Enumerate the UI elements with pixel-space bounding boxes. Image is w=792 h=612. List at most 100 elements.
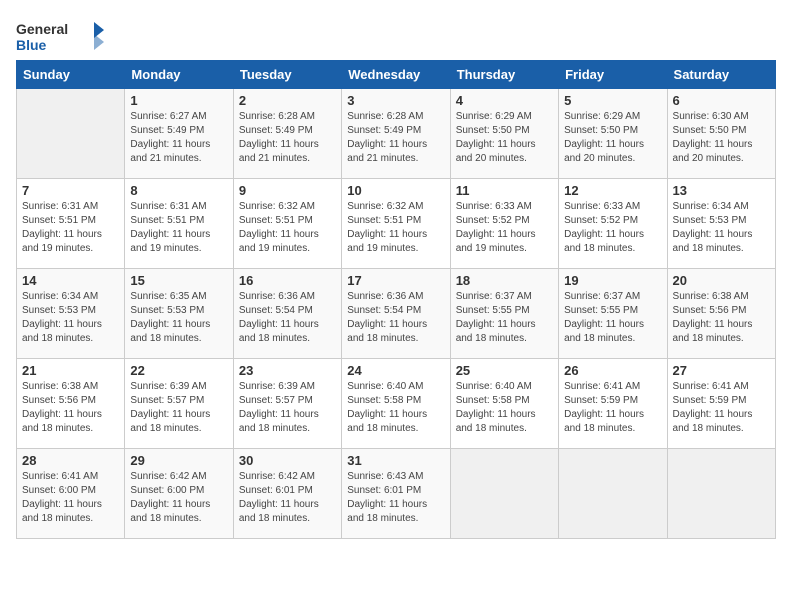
calendar-cell [559, 449, 667, 539]
day-number: 17 [347, 273, 444, 288]
logo-svg: GeneralBlue [16, 16, 116, 56]
day-number: 14 [22, 273, 119, 288]
day-detail: Sunrise: 6:37 AM Sunset: 5:55 PM Dayligh… [456, 290, 553, 346]
calendar-cell: 5 Sunrise: 6:29 AM Sunset: 5:50 PM Daylig… [559, 89, 667, 179]
weekday-header-sunday: Sunday [17, 61, 125, 89]
day-number: 5 [564, 93, 661, 108]
day-detail: Sunrise: 6:29 AM Sunset: 5:50 PM Dayligh… [564, 110, 661, 166]
weekday-header-saturday: Saturday [667, 61, 775, 89]
calendar-cell: 11Sunrise: 6:33 AM Sunset: 5:52 PM Dayli… [450, 179, 558, 269]
calendar-cell: 24Sunrise: 6:40 AM Sunset: 5:58 PM Dayli… [342, 359, 450, 449]
calendar-cell [667, 449, 775, 539]
day-detail: Sunrise: 6:33 AM Sunset: 5:52 PM Dayligh… [564, 200, 661, 256]
day-number: 6 [673, 93, 770, 108]
day-number: 25 [456, 363, 553, 378]
day-detail: Sunrise: 6:41 AM Sunset: 5:59 PM Dayligh… [673, 380, 770, 436]
weekday-header-monday: Monday [125, 61, 233, 89]
day-detail: Sunrise: 6:41 AM Sunset: 5:59 PM Dayligh… [564, 380, 661, 436]
day-number: 28 [22, 453, 119, 468]
day-detail: Sunrise: 6:38 AM Sunset: 5:56 PM Dayligh… [22, 380, 119, 436]
calendar-cell: 25Sunrise: 6:40 AM Sunset: 5:58 PM Dayli… [450, 359, 558, 449]
calendar-cell: 21 Sunrise: 6:38 AM Sunset: 5:56 PM Dayli… [17, 359, 125, 449]
calendar-cell: 6 Sunrise: 6:30 AM Sunset: 5:50 PM Daylig… [667, 89, 775, 179]
day-number: 22 [130, 363, 227, 378]
calendar-cell: 1 Sunrise: 6:27 AM Sunset: 5:49 PM Daylig… [125, 89, 233, 179]
day-number: 4 [456, 93, 553, 108]
day-number: 16 [239, 273, 336, 288]
calendar-cell: 10Sunrise: 6:32 AM Sunset: 5:51 PM Dayli… [342, 179, 450, 269]
calendar-cell: 3Sunrise: 6:28 AM Sunset: 5:49 PM Daylig… [342, 89, 450, 179]
day-detail: Sunrise: 6:38 AM Sunset: 5:56 PM Dayligh… [673, 290, 770, 346]
calendar-week-row: 7 Sunrise: 6:31 AM Sunset: 5:51 PM Daylig… [17, 179, 776, 269]
calendar-week-row: 21 Sunrise: 6:38 AM Sunset: 5:56 PM Dayli… [17, 359, 776, 449]
calendar-table: SundayMondayTuesdayWednesdayThursdayFrid… [16, 60, 776, 539]
day-number: 8 [130, 183, 227, 198]
weekday-header-wednesday: Wednesday [342, 61, 450, 89]
day-detail: Sunrise: 6:41 AM Sunset: 6:00 PM Dayligh… [22, 470, 119, 526]
calendar-cell: 9Sunrise: 6:32 AM Sunset: 5:51 PM Daylig… [233, 179, 341, 269]
calendar-week-row: 14 Sunrise: 6:34 AM Sunset: 5:53 PM Dayli… [17, 269, 776, 359]
calendar-cell [450, 449, 558, 539]
day-detail: Sunrise: 6:31 AM Sunset: 5:51 PM Dayligh… [130, 200, 227, 256]
day-number: 24 [347, 363, 444, 378]
day-number: 15 [130, 273, 227, 288]
calendar-cell: 31 Sunrise: 6:43 AM Sunset: 6:01 PM Dayli… [342, 449, 450, 539]
day-detail: Sunrise: 6:37 AM Sunset: 5:55 PM Dayligh… [564, 290, 661, 346]
page-header: GeneralBlue [16, 16, 776, 56]
day-number: 27 [673, 363, 770, 378]
calendar-cell: 12 Sunrise: 6:33 AM Sunset: 5:52 PM Dayli… [559, 179, 667, 269]
day-number: 23 [239, 363, 336, 378]
calendar-cell: 7 Sunrise: 6:31 AM Sunset: 5:51 PM Daylig… [17, 179, 125, 269]
calendar-cell: 30Sunrise: 6:42 AM Sunset: 6:01 PM Dayli… [233, 449, 341, 539]
day-detail: Sunrise: 6:43 AM Sunset: 6:01 PM Dayligh… [347, 470, 444, 526]
day-detail: Sunrise: 6:28 AM Sunset: 5:49 PM Dayligh… [239, 110, 336, 166]
calendar-cell: 18 Sunrise: 6:37 AM Sunset: 5:55 PM Dayli… [450, 269, 558, 359]
weekday-header-row: SundayMondayTuesdayWednesdayThursdayFrid… [17, 61, 776, 89]
day-detail: Sunrise: 6:42 AM Sunset: 6:00 PM Dayligh… [130, 470, 227, 526]
day-number: 26 [564, 363, 661, 378]
day-number: 21 [22, 363, 119, 378]
day-number: 20 [673, 273, 770, 288]
calendar-cell: 23 Sunrise: 6:39 AM Sunset: 5:57 PM Dayli… [233, 359, 341, 449]
calendar-cell: 15 Sunrise: 6:35 AM Sunset: 5:53 PM Dayli… [125, 269, 233, 359]
svg-text:General: General [16, 21, 68, 37]
calendar-cell: 19 Sunrise: 6:37 AM Sunset: 5:55 PM Dayli… [559, 269, 667, 359]
day-detail: Sunrise: 6:28 AM Sunset: 5:49 PM Dayligh… [347, 110, 444, 166]
day-detail: Sunrise: 6:34 AM Sunset: 5:53 PM Dayligh… [673, 200, 770, 256]
day-detail: Sunrise: 6:27 AM Sunset: 5:49 PM Dayligh… [130, 110, 227, 166]
day-detail: Sunrise: 6:29 AM Sunset: 5:50 PM Dayligh… [456, 110, 553, 166]
day-detail: Sunrise: 6:34 AM Sunset: 5:53 PM Dayligh… [22, 290, 119, 346]
calendar-cell: 28 Sunrise: 6:41 AM Sunset: 6:00 PM Dayli… [17, 449, 125, 539]
calendar-cell: 4 Sunrise: 6:29 AM Sunset: 5:50 PM Daylig… [450, 89, 558, 179]
weekday-header-friday: Friday [559, 61, 667, 89]
day-detail: Sunrise: 6:36 AM Sunset: 5:54 PM Dayligh… [347, 290, 444, 346]
svg-text:Blue: Blue [16, 37, 47, 53]
day-detail: Sunrise: 6:35 AM Sunset: 5:53 PM Dayligh… [130, 290, 227, 346]
day-number: 18 [456, 273, 553, 288]
day-number: 31 [347, 453, 444, 468]
day-detail: Sunrise: 6:42 AM Sunset: 6:01 PM Dayligh… [239, 470, 336, 526]
day-detail: Sunrise: 6:30 AM Sunset: 5:50 PM Dayligh… [673, 110, 770, 166]
day-number: 1 [130, 93, 227, 108]
calendar-cell: 2 Sunrise: 6:28 AM Sunset: 5:49 PM Daylig… [233, 89, 341, 179]
day-detail: Sunrise: 6:39 AM Sunset: 5:57 PM Dayligh… [239, 380, 336, 436]
calendar-cell: 8 Sunrise: 6:31 AM Sunset: 5:51 PM Daylig… [125, 179, 233, 269]
calendar-cell [17, 89, 125, 179]
calendar-cell: 27 Sunrise: 6:41 AM Sunset: 5:59 PM Dayli… [667, 359, 775, 449]
calendar-cell: 14 Sunrise: 6:34 AM Sunset: 5:53 PM Dayli… [17, 269, 125, 359]
calendar-cell: 17 Sunrise: 6:36 AM Sunset: 5:54 PM Dayli… [342, 269, 450, 359]
day-number: 2 [239, 93, 336, 108]
weekday-header-thursday: Thursday [450, 61, 558, 89]
day-detail: Sunrise: 6:31 AM Sunset: 5:51 PM Dayligh… [22, 200, 119, 256]
day-number: 7 [22, 183, 119, 198]
calendar-cell: 22 Sunrise: 6:39 AM Sunset: 5:57 PM Dayli… [125, 359, 233, 449]
calendar-cell: 13Sunrise: 6:34 AM Sunset: 5:53 PM Dayli… [667, 179, 775, 269]
calendar-cell: 29 Sunrise: 6:42 AM Sunset: 6:00 PM Dayli… [125, 449, 233, 539]
day-number: 19 [564, 273, 661, 288]
day-detail: Sunrise: 6:39 AM Sunset: 5:57 PM Dayligh… [130, 380, 227, 436]
day-number: 12 [564, 183, 661, 198]
day-number: 29 [130, 453, 227, 468]
day-number: 10 [347, 183, 444, 198]
calendar-week-row: 1 Sunrise: 6:27 AM Sunset: 5:49 PM Daylig… [17, 89, 776, 179]
day-number: 9 [239, 183, 336, 198]
